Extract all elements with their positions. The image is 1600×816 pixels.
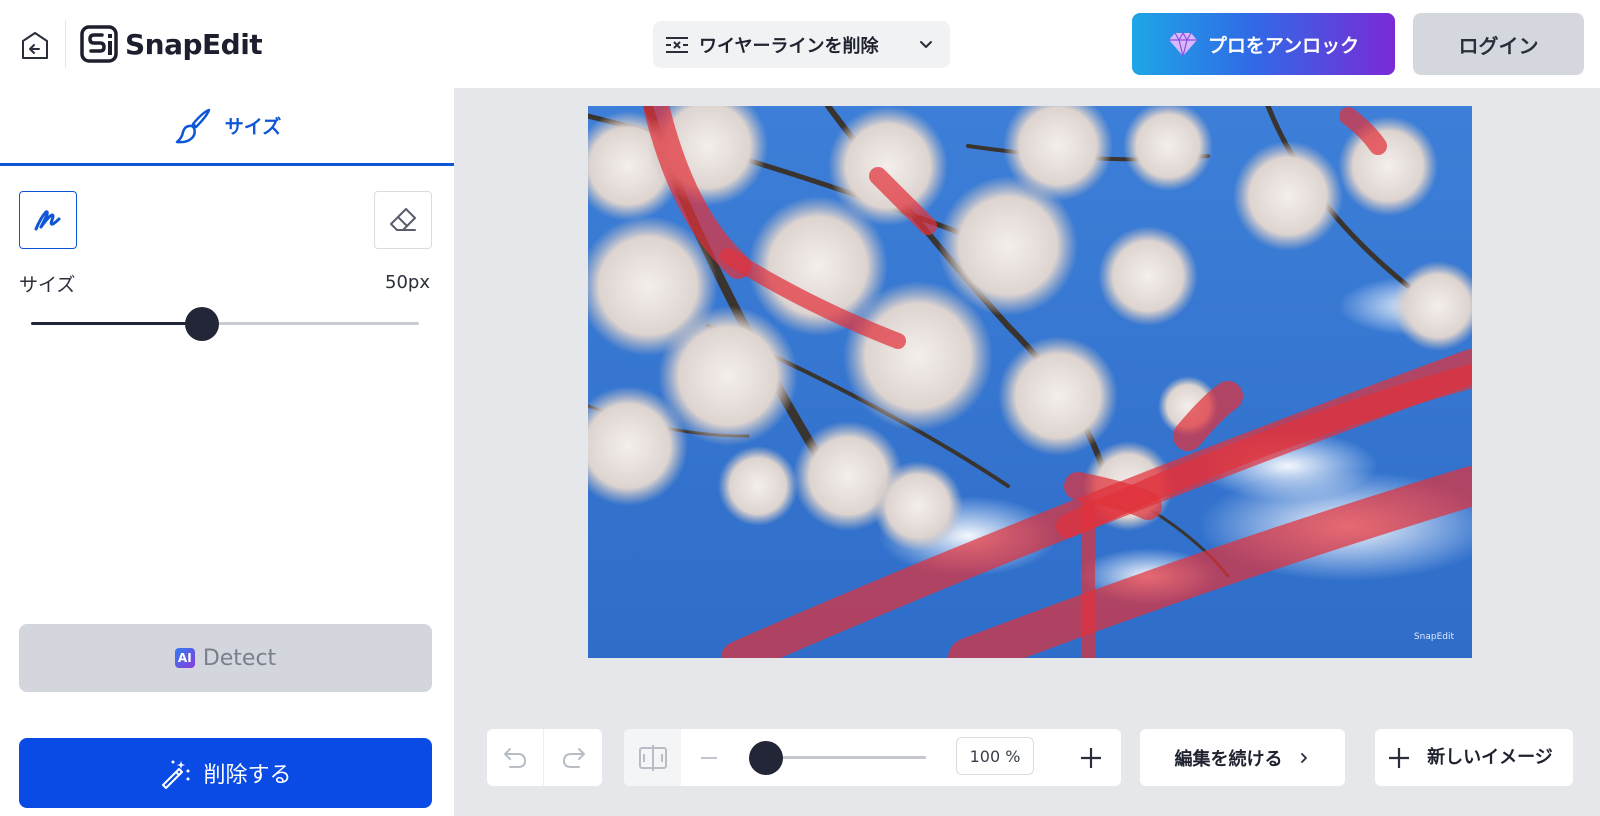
back-arrow-icon <box>22 32 48 59</box>
cherry-blossom-photo <box>588 106 1472 658</box>
canvas-area: SnapEdit <box>454 88 1600 816</box>
eraser-icon <box>390 208 416 231</box>
detect-button[interactable]: AI Detect <box>19 624 432 692</box>
zoom-controls <box>624 729 1121 786</box>
unlock-pro-label: プロをアンロック <box>1207 34 1360 57</box>
zoom-percent-input[interactable]: 100 % <box>956 737 1034 775</box>
top-header: SnapEdit ワイヤーラインを削除 プロをアンロック ログイン <box>0 0 1600 88</box>
plus-icon <box>1080 747 1101 768</box>
redo-button[interactable] <box>545 729 602 786</box>
unlock-pro-button[interactable]: プロをアンロック <box>1132 13 1395 75</box>
compare-button[interactable] <box>624 729 681 786</box>
zoom-out-button[interactable] <box>684 729 734 786</box>
chevron-right-icon <box>1300 752 1307 763</box>
sidebar: サイズ サイズ 50px AI Detect 削除する <box>0 88 454 816</box>
eraser-tool-button[interactable] <box>374 191 432 249</box>
logo-text: SnapEdit <box>125 27 263 61</box>
diamond-icon <box>1168 31 1197 57</box>
tool-select-dropdown[interactable]: ワイヤーラインを削除 <box>653 21 950 68</box>
zoom-slider[interactable] <box>766 756 926 759</box>
remove-label: 削除する <box>203 763 292 788</box>
redo-icon <box>562 747 585 768</box>
brush-size-slider[interactable] <box>31 322 419 325</box>
header-divider <box>65 20 66 68</box>
undo-icon <box>504 747 526 768</box>
ai-badge-icon: AI <box>174 648 195 668</box>
size-label: サイズ <box>19 274 76 296</box>
tab-size-label: サイズ <box>224 116 282 138</box>
plus-icon <box>1389 747 1409 768</box>
brush-tool-button[interactable] <box>19 191 77 249</box>
tab-size[interactable]: サイズ <box>0 88 454 166</box>
zoom-slider-thumb[interactable] <box>749 741 783 775</box>
size-value: 50px <box>385 272 430 293</box>
login-button[interactable]: ログイン <box>1413 13 1584 75</box>
chevron-down-icon <box>920 41 932 48</box>
magic-wand-icon <box>162 760 190 789</box>
history-controls <box>487 729 602 786</box>
back-button[interactable] <box>20 31 50 61</box>
brush-size-slider-thumb[interactable] <box>184 307 219 341</box>
edit-image[interactable]: SnapEdit <box>588 106 1472 658</box>
detect-label: Detect <box>202 645 277 671</box>
watermark: SnapEdit <box>1413 632 1454 642</box>
snapedit-logo-icon <box>80 25 118 63</box>
brush-size-slider-fill <box>31 322 202 325</box>
snapedit-logo[interactable]: SnapEdit <box>80 25 263 63</box>
tool-select-label: ワイヤーラインを削除 <box>699 35 879 57</box>
zoom-in-button[interactable] <box>1062 729 1119 786</box>
continue-editing-label: 編集を続ける <box>1174 748 1283 770</box>
paintbrush-icon <box>175 108 211 143</box>
undo-button[interactable] <box>487 729 544 786</box>
compare-icon <box>638 744 667 771</box>
new-image-label: 新しいイメージ <box>1427 746 1553 768</box>
brush-stroke-icon <box>34 210 61 231</box>
continue-editing-button[interactable]: 編集を続ける <box>1140 729 1345 786</box>
new-image-button[interactable]: 新しいイメージ <box>1375 729 1573 786</box>
minus-icon <box>701 756 717 759</box>
wire-remove-icon <box>666 36 688 53</box>
remove-button[interactable]: 削除する <box>19 738 432 808</box>
